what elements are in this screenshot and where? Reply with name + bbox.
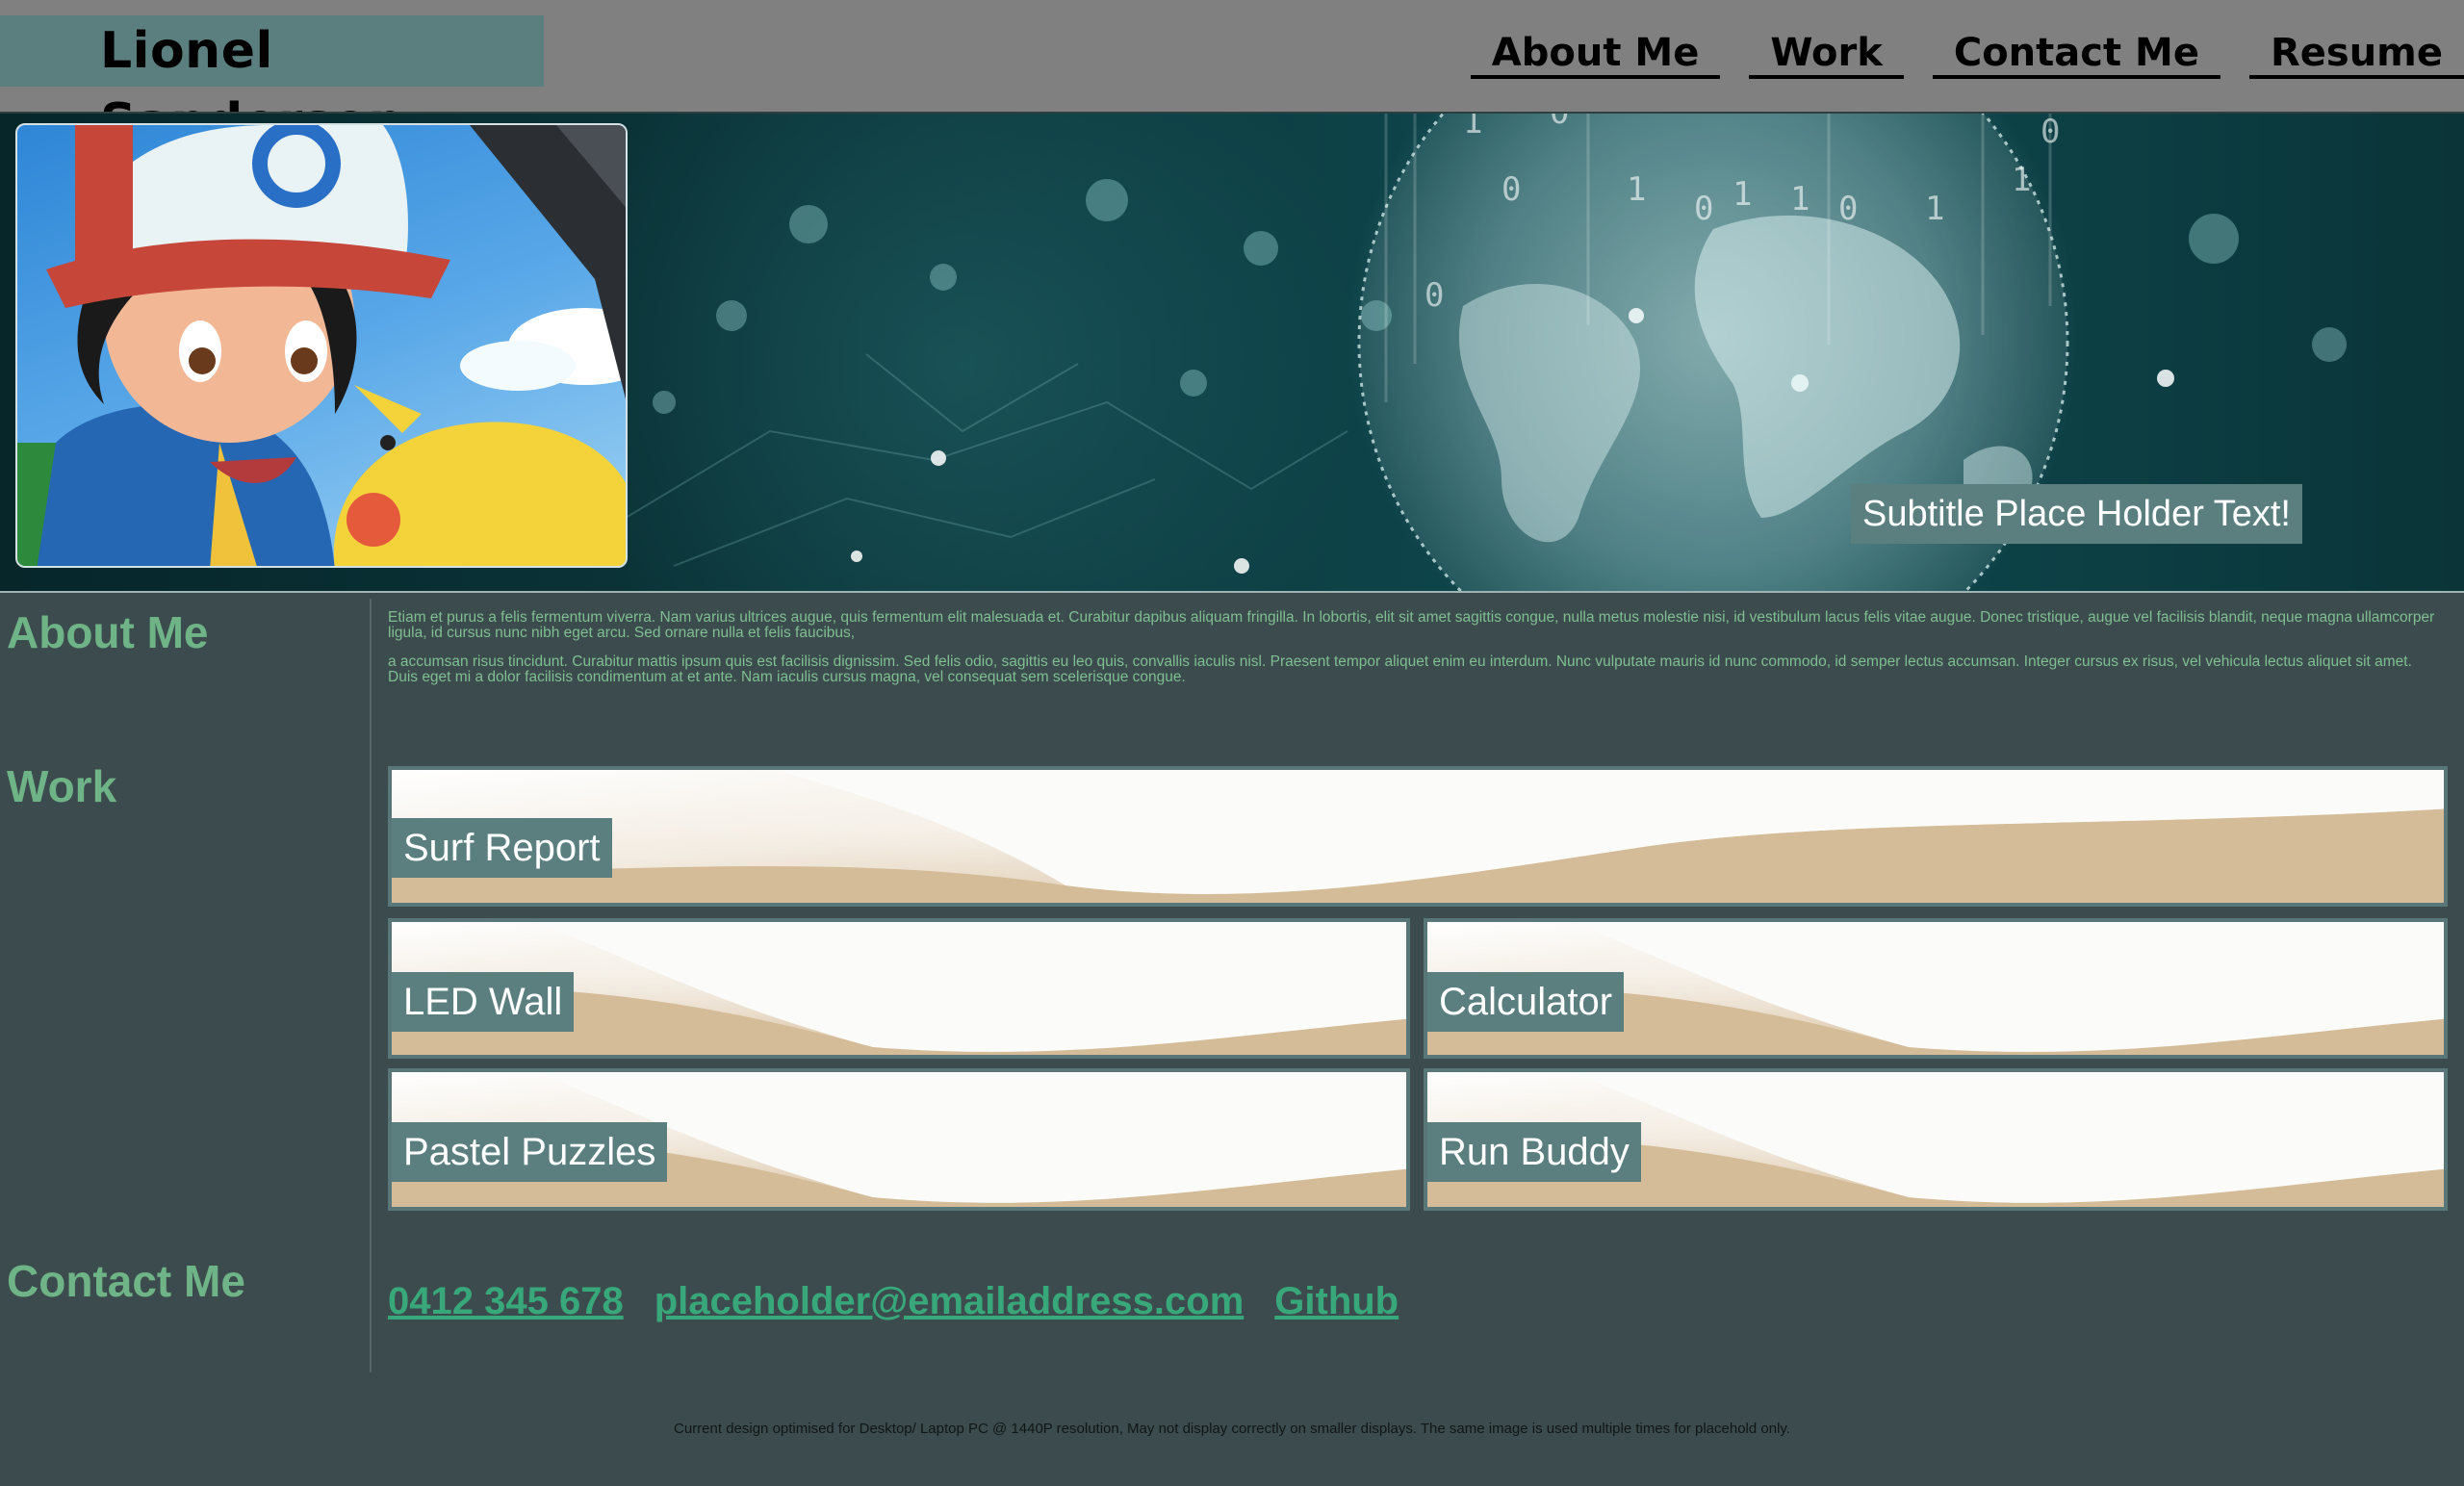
project-tile-calculator[interactable]: Calculator xyxy=(1424,918,2448,1059)
hero-banner: 100 101 101 100 xyxy=(0,112,2464,593)
contact-links: 0412 345 678 placeholder@emailaddress.co… xyxy=(388,1280,1429,1323)
project-image xyxy=(392,770,2444,903)
hero-subtitle: Subtitle Place Holder Text! xyxy=(1851,484,2302,544)
about-heading: About Me xyxy=(7,607,209,657)
github-link[interactable]: Github xyxy=(1274,1280,1399,1323)
project-label: Surf Report xyxy=(392,818,612,878)
svg-text:1: 1 xyxy=(1627,170,1646,209)
svg-text:0: 0 xyxy=(1550,114,1569,132)
project-tile-run-buddy[interactable]: Run Buddy xyxy=(1424,1068,2448,1211)
nav-link-about-me[interactable]: About Me xyxy=(1470,29,1721,79)
nav-link-contact-me[interactable]: Contact Me xyxy=(1932,29,2220,79)
svg-text:0: 0 xyxy=(1838,190,1858,228)
footer-note: Current design optimised for Desktop/ La… xyxy=(674,1421,1790,1437)
svg-text:1: 1 xyxy=(1925,190,1944,228)
project-label: Calculator xyxy=(1427,972,1625,1032)
project-tile-surf-report[interactable]: Surf Report xyxy=(388,766,2448,907)
svg-text:0: 0 xyxy=(1424,276,1444,315)
svg-text:1: 1 xyxy=(1790,180,1810,218)
contact-heading: Contact Me xyxy=(7,1256,245,1306)
about-text: Etiam et purus a felis fermentum viverra… xyxy=(388,610,2438,699)
phone-link[interactable]: 0412 345 678 xyxy=(388,1280,624,1323)
work-heading: Work xyxy=(7,761,117,811)
main-nav: About Me Work Contact Me Resume xyxy=(1442,29,2464,79)
svg-text:0: 0 xyxy=(1502,170,1521,209)
project-label: Pastel Puzzles xyxy=(392,1122,668,1182)
project-tile-led-wall[interactable]: LED Wall xyxy=(388,918,1410,1059)
nav-link-resume[interactable]: Resume xyxy=(2248,29,2464,79)
about-paragraph-1: Etiam et purus a felis fermentum viverra… xyxy=(388,609,2435,641)
project-tile-pastel-puzzles[interactable]: Pastel Puzzles xyxy=(388,1068,1410,1211)
profile-picture xyxy=(15,123,628,568)
nav-link-work[interactable]: Work xyxy=(1749,29,1904,79)
svg-text:1: 1 xyxy=(1463,114,1482,141)
email-link[interactable]: placeholder@emailaddress.com xyxy=(654,1280,1245,1323)
svg-text:1: 1 xyxy=(2012,161,2031,199)
project-label: LED Wall xyxy=(392,972,575,1032)
site-header: Lionel Sanderson About Me Work Contact M… xyxy=(0,0,2464,151)
section-divider xyxy=(370,599,372,1372)
svg-text:1: 1 xyxy=(1732,175,1752,214)
about-paragraph-2: a accumsan risus tincidunt. Curabitur ma… xyxy=(388,653,2412,685)
site-title[interactable]: Lionel Sanderson xyxy=(0,15,544,151)
project-label: Run Buddy xyxy=(1427,1122,1641,1182)
svg-text:0: 0 xyxy=(1694,190,1713,228)
